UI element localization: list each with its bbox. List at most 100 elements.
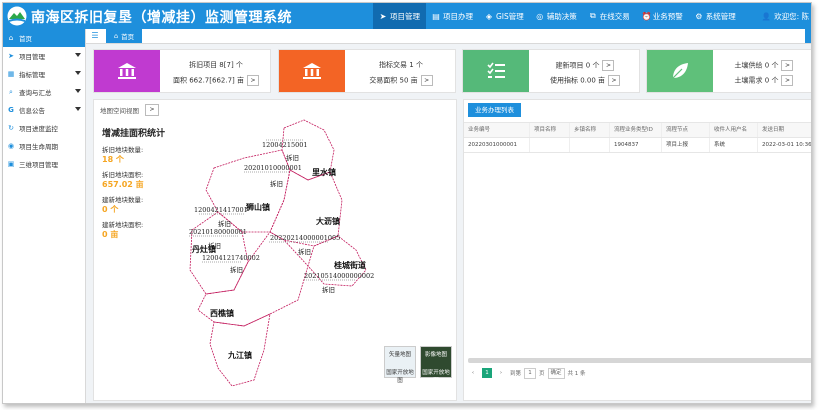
plot-code-label: 12004121740002	[202, 254, 260, 262]
column-header[interactable]: 项目名称	[530, 123, 570, 137]
town-label-guicheng: 桂城街道	[333, 260, 366, 270]
table-row[interactable]: 20220301000001 1904837 项目上报 系统 2022-03-0…	[464, 138, 811, 153]
nav-gis-management[interactable]: ◈ GIS管理	[479, 3, 530, 29]
top-bar: 南海区拆旧复垦（增减挂）监测管理系统 ➤ 项目管理 ▤ 项目办理 ◈ GIS管理 ◎ 辅…	[3, 3, 811, 29]
goto-suffix: 页	[539, 371, 545, 377]
app-window: 南海区拆旧复垦（增减挂）监测管理系统 ➤ 项目管理 ▤ 项目办理 ◈ GIS管理 ◎ 辅…	[2, 2, 812, 404]
column-header[interactable]: 收件人用户名	[710, 123, 758, 137]
table-cell: 系统	[710, 138, 758, 152]
vector-map-toggle[interactable]: 矢量地图 国家开放地图	[384, 346, 416, 384]
sidebar-item-label: 项目管理	[19, 53, 45, 61]
column-header[interactable]: 发送日期	[758, 123, 811, 137]
card-more-button[interactable]: >	[602, 60, 615, 71]
nav-label: 项目办理	[443, 11, 473, 21]
tab-home[interactable]: ⌂ 首页	[106, 29, 143, 43]
column-header[interactable]: 乡镇名称	[570, 123, 610, 137]
plot-type-label: 拆旧	[270, 179, 283, 188]
document-icon: ▤	[432, 11, 440, 21]
checklist-icon	[487, 62, 505, 78]
top-nav: ➤ 项目管理 ▤ 项目办理 ◈ GIS管理 ◎ 辅助决策 ⧉ 在线交易 ⏰ 业务预警 ⚙ 系统…	[373, 3, 742, 29]
card-line2: 面积 662.7[662.7] 亩 >	[166, 75, 266, 86]
sidebar-item-label: 查询与汇总	[19, 89, 52, 97]
cycle-icon: ◉	[7, 142, 15, 150]
total-count: 共 1 条	[567, 371, 586, 377]
grid-icon: ▦	[7, 70, 15, 78]
bank-icon	[303, 63, 321, 79]
card-line1: 拆旧项目 8[7] 个	[189, 61, 243, 69]
card-new-projects: 建新项目 0 个 > 使用指标 0.00 亩 >	[462, 49, 640, 93]
card-line1: 建新项目 0 个 >	[535, 60, 635, 71]
town-boundary-jiujiang	[209, 313, 271, 387]
nav-system-management[interactable]: ⚙ 系统管理	[689, 3, 742, 29]
nav-label: 项目管理	[390, 11, 420, 21]
caret-down-icon	[75, 71, 81, 75]
business-list-button[interactable]: 业务办理列表	[468, 103, 521, 117]
sidebar-item-lifecycle[interactable]: ◉ 项目生命周期	[3, 137, 85, 155]
send-icon: ➤	[8, 52, 14, 60]
alarm-icon: ⏰	[641, 11, 652, 21]
prev-page-icon[interactable]: ‹	[468, 368, 478, 378]
plot-code-label: 20210180000001	[189, 228, 247, 236]
sidebar-item-progress-monitor[interactable]: ↻ 项目进度监控	[3, 119, 85, 137]
card-more-button[interactable]: >	[420, 75, 433, 86]
tab-bar: ☰ ⌂ 首页	[86, 29, 811, 44]
card-more-button[interactable]: >	[247, 75, 259, 86]
card-more-button[interactable]: >	[781, 60, 794, 71]
menu-toggle-icon[interactable]: ☰	[90, 31, 100, 41]
gear-icon: ⚙	[695, 11, 703, 21]
satellite-map-toggle[interactable]: 影像地图 国家开放地图	[420, 346, 452, 384]
sidebar-item-project-management[interactable]: ➤ 项目管理	[3, 47, 85, 65]
next-page-icon[interactable]: ›	[496, 368, 506, 378]
tab-scroll-right[interactable]	[805, 29, 811, 43]
card-indicator-trade: 指标交易 1 个 交易面积 50 亩 >	[278, 49, 456, 93]
nav-project-handling[interactable]: ▤ 项目办理	[426, 3, 479, 29]
sidebar-item-label: 项目进度监控	[19, 125, 58, 133]
refresh-icon: ↻	[8, 124, 14, 132]
column-header[interactable]: 业务编号	[464, 123, 530, 137]
nav-online-trading[interactable]: ⧉ 在线交易	[583, 3, 636, 29]
nav-decision-support[interactable]: ◎ 辅助决策	[530, 3, 583, 29]
card-line2: 使用指标 0.00 亩 >	[535, 75, 635, 86]
map-toggle-label: 矢量地图	[388, 352, 411, 358]
map-toggle-label: 影像地图	[424, 352, 447, 358]
card-more-button[interactable]: >	[608, 75, 621, 86]
sidebar: ⌂ 首页 ➤ 项目管理 ▦ 指标管理 ⌕ 查询与汇总 G 信息公告 ↻ 项目进度监控 ◉ 项目…	[3, 29, 86, 403]
table-cell: 项目上报	[662, 138, 710, 152]
card-line2: 土壤需求 0 个 >	[719, 75, 809, 86]
town-label-dali: 大沥镇	[316, 216, 340, 226]
card-more-button[interactable]: >	[781, 75, 794, 86]
goto-confirm-button[interactable]: 确定	[547, 367, 565, 379]
caret-down-icon	[75, 107, 81, 111]
nav-business-alert[interactable]: ⏰ 业务预警	[636, 3, 689, 29]
business-table: 业务编号 项目名称 乡镇名称 流程业务类型ID 流程节点 收件人用户名 发送日期…	[464, 122, 811, 153]
card-line2: 交易面积 50 亩 >	[351, 75, 451, 86]
horizontal-scrollbar[interactable]	[468, 358, 811, 363]
nav-project-management[interactable]: ➤ 项目管理	[373, 3, 426, 29]
sidebar-item-indicator-management[interactable]: ▦ 指标管理	[3, 65, 85, 83]
user-icon: 👤	[761, 11, 772, 21]
table-header: 业务编号 项目名称 乡镇名称 流程业务类型ID 流程节点 收件人用户名 发送日期	[464, 122, 811, 138]
sidebar-item-query-summary[interactable]: ⌕ 查询与汇总	[3, 83, 85, 101]
plot-type-label: 拆旧	[286, 153, 299, 162]
goto-page-input[interactable]: 1	[524, 367, 537, 379]
home-icon: ⌂	[8, 34, 14, 42]
user-menu[interactable]: 👤 欢迎您: 陈	[762, 3, 809, 29]
sidebar-item-3d-project[interactable]: ▣ 三维项目管理	[3, 155, 85, 173]
sidebar-item-announcements[interactable]: G 信息公告	[3, 101, 85, 119]
column-header[interactable]: 流程业务类型ID	[610, 123, 662, 137]
sidebar-item-home[interactable]: ⌂ 首页	[3, 29, 85, 47]
column-header[interactable]: 流程节点	[662, 123, 710, 137]
page-number-current[interactable]: 1	[482, 368, 492, 378]
sidebar-item-label: 指标管理	[19, 71, 45, 79]
nav-label: 辅助决策	[546, 11, 577, 21]
sidebar-item-label: 信息公告	[19, 107, 45, 115]
user-label: 欢迎您: 陈	[774, 11, 809, 21]
town-label-danzao: 丹灶镇	[191, 244, 216, 254]
map-toggle-sub: 国家开放地图	[422, 370, 450, 384]
table-cell	[530, 138, 570, 152]
card-line1: 指标交易 1 个	[379, 61, 423, 69]
plot-type-label: 拆旧	[230, 265, 243, 274]
nav-label: 在线交易	[599, 11, 630, 21]
plot-code-label: 20220214000001005	[270, 234, 340, 242]
goto-prefix: 到第	[510, 371, 522, 377]
